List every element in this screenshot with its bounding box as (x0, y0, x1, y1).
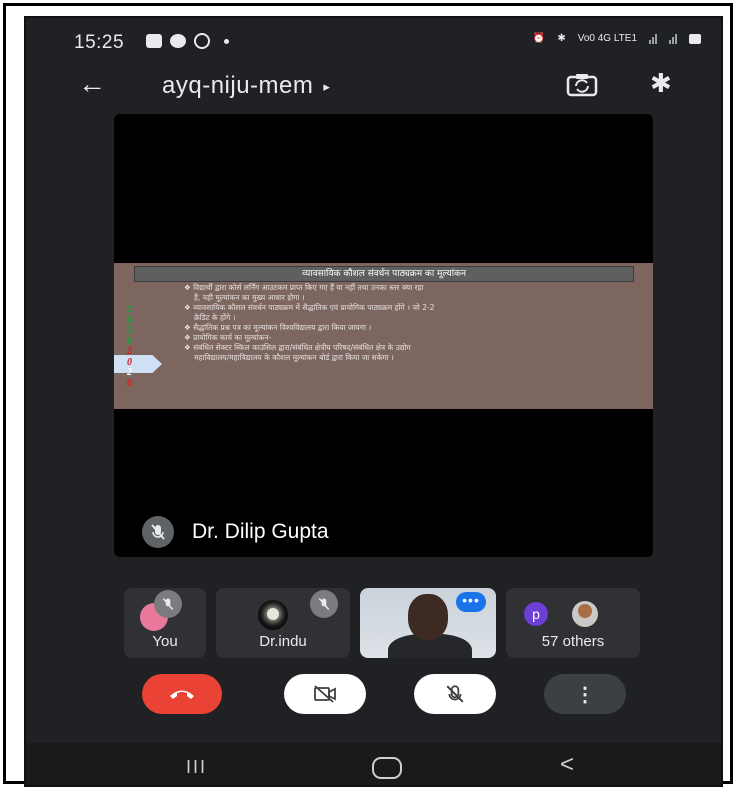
slide-line: ❖ सैद्धांतिक प्रश्न पत्र का मूल्यांकन वि… (184, 323, 372, 332)
meeting-code-button[interactable]: ayq-niju-mem ▸ (162, 72, 330, 100)
notification-icons (146, 33, 229, 49)
presenter-label: Dr. Dilip Gupta (142, 516, 329, 548)
slide-line: है, यही मूल्यांकन का मुख्य आधार होगा । (194, 293, 305, 302)
mic-off-icon (154, 590, 182, 618)
year-digit: 2 (127, 304, 132, 315)
bluetooth-icon[interactable]: ✱ (650, 68, 672, 99)
more-vert-icon: ⋮ (575, 683, 595, 706)
signal-icon (649, 33, 657, 44)
status-time: 15:25 (74, 32, 125, 53)
mic-off-icon (310, 590, 338, 618)
avatar-photo (572, 601, 598, 627)
battery-icon (689, 33, 701, 44)
signal-icon-2 (669, 33, 677, 44)
switch-camera-icon[interactable] (566, 72, 598, 98)
participant-tile-others[interactable]: p 57 others (506, 588, 640, 658)
system-icons: ⏰ ✱ Vo0 4G LTE1 (533, 33, 701, 44)
chat-icon (170, 34, 186, 48)
slide-line: महाविद्यालय/महाविद्यालय के कौशल मूल्यांक… (194, 353, 394, 362)
video-person-head (408, 594, 448, 640)
camera-toggle-button[interactable] (284, 674, 366, 714)
year-digit: 2 (127, 346, 132, 357)
status-bar: 15:25 ⏰ ✱ Vo0 4G LTE1 (26, 18, 721, 62)
avatar: p (524, 602, 548, 626)
slide-line: ❖ प्रायोगिक कार्य का मूल्यांकन- (184, 333, 272, 342)
slide-line: क्रेडिट के होंगे । (194, 313, 236, 322)
mic-toggle-button[interactable] (414, 674, 496, 714)
meeting-code: ayq-niju-mem (162, 72, 314, 99)
recent-apps-button[interactable]: III (186, 757, 207, 778)
bluetooth-status-icon: ✱ (557, 33, 566, 44)
slide-line: ❖ व्यावसायिक कौशल संवर्धन पाठ्यक्रम में … (184, 303, 435, 312)
slide-year-column: 2 0 2 0 2 0 2 0 (127, 304, 132, 389)
more-options-button[interactable]: ⋮ (544, 674, 626, 714)
camera-off-icon (314, 685, 336, 703)
slide-line: ❖ विद्यार्थी द्वारा कोर्स लर्निंग आउटकम … (184, 283, 424, 292)
presenter-name: Dr. Dilip Gupta (192, 520, 329, 543)
slide-arrow-shape (114, 355, 162, 373)
shared-slide: व्यावसायिक कौशल संवर्धन पाठ्यक्रम का मूल… (114, 263, 653, 409)
whatsapp-icon (194, 33, 210, 49)
meeting-top-bar: ← ayq-niju-mem ▸ ✱ (26, 62, 721, 110)
gallery-icon (146, 34, 162, 48)
participant-name: You (152, 633, 178, 650)
year-digit: 2 (127, 367, 132, 378)
network-text: Vo0 4G LTE1 (577, 33, 637, 44)
system-nav-bar: III < (26, 743, 721, 785)
participant-tile-you[interactable]: You (124, 588, 206, 658)
avatar (258, 600, 288, 630)
speaking-indicator: ••• (456, 592, 486, 612)
participant-name: Dr.indu (259, 633, 307, 650)
home-button[interactable] (372, 757, 402, 779)
slide-line: ❖ संबंधित सेक्टर स्किल काउंसिल द्वारा/सं… (184, 343, 411, 352)
participant-tile-video[interactable]: ••• (360, 588, 496, 658)
mic-off-icon (142, 516, 174, 548)
participant-tile-indu[interactable]: Dr.indu (216, 588, 350, 658)
year-digit: 0 (127, 377, 132, 389)
screenshot-frame: 15:25 ⏰ ✱ Vo0 4G LTE1 ← ayq-niju-mem ▸ ✱… (3, 3, 733, 787)
slide-title: व्यावसायिक कौशल संवर्धन पाठ्यक्रम का मूल… (134, 266, 634, 282)
participant-count: 57 others (541, 633, 605, 650)
mic-off-icon (446, 685, 464, 703)
end-call-button[interactable] (142, 674, 222, 714)
alarm-icon: ⏰ (532, 33, 546, 44)
more-notifications-icon (224, 38, 229, 44)
presentation-stage[interactable]: व्यावसायिक कौशल संवर्धन पाठ्यक्रम का मूल… (114, 114, 653, 557)
hang-up-icon (170, 690, 194, 699)
caret-right-icon: ▸ (323, 78, 331, 94)
year-digit: 2 (127, 325, 132, 336)
call-controls: ⋮ (26, 674, 721, 724)
back-button[interactable]: < (560, 751, 574, 779)
slide-body: ❖ विद्यार्थी द्वारा कोर्स लर्निंग आउटकम … (184, 283, 634, 363)
phone-screen: 15:25 ⏰ ✱ Vo0 4G LTE1 ← ayq-niju-mem ▸ ✱… (24, 16, 723, 787)
back-arrow-icon[interactable]: ← (78, 68, 106, 100)
